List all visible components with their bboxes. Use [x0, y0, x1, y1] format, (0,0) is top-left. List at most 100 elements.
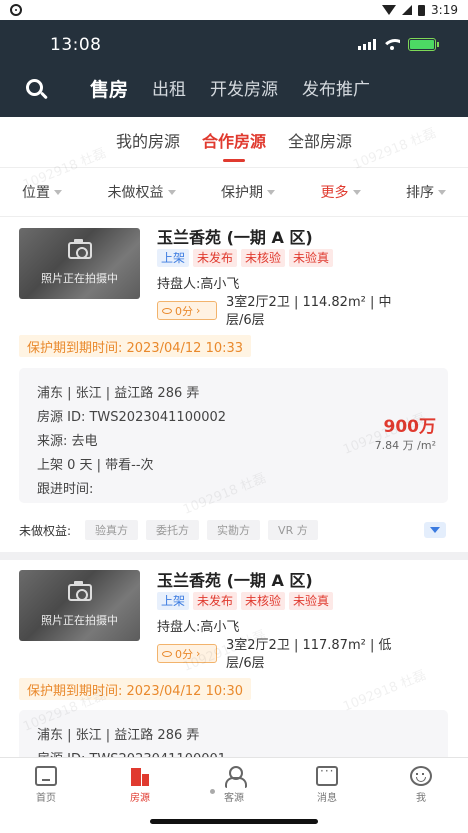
battery-charging-icon [408, 38, 439, 51]
tab-sale[interactable]: 售房 [90, 78, 128, 102]
listing-photo[interactable]: 照片正在拍摄中 [19, 228, 140, 299]
chevron-down-icon [267, 189, 275, 195]
rights-label: 未做权益: [19, 523, 72, 538]
status-badge: 未验真 [289, 249, 334, 267]
chevron-down-icon [438, 189, 446, 195]
listing-layout: 3室2厅2卫 | 114.82m² | 中 层/6层 [226, 294, 446, 330]
status-badge: 上架 [157, 249, 190, 267]
cellular-icon [358, 39, 376, 50]
score-value: 0分 [175, 647, 193, 661]
client-icon [223, 766, 247, 788]
nav-label: 我 [416, 793, 426, 804]
score-value: 0分 [175, 304, 193, 318]
protection-expiry: 保护期到期时间: 2023/04/12 10:33 [19, 335, 252, 357]
tab-rent[interactable]: 出租 [152, 78, 186, 102]
price-block: 900万 7.84 万 /m² [375, 412, 436, 453]
filter-location[interactable]: 位置 [22, 182, 62, 202]
nav-label: 房源 [130, 793, 150, 804]
subtab-my-listings[interactable]: 我的房源 [116, 128, 180, 156]
filter-bar: 位置 未做权益 保护期 更多 排序 [0, 167, 468, 217]
address: 浦东 | 张江 | 益江路 286 弄 [37, 728, 200, 743]
card-separator [0, 552, 468, 560]
followup-time: 跟进时间: [37, 482, 94, 497]
house-id: 房源 ID: TWS2023041100001 [37, 748, 226, 757]
listing-detail-box[interactable]: 浦东 | 张江 | 益江路 286 弄 房源 ID: TWS2023041100… [19, 710, 448, 757]
listing-stats: 上架 0 天 | 带看--次 [37, 458, 154, 473]
nav-clients[interactable]: 客源 [204, 766, 264, 804]
status-badge: 未核验 [241, 249, 286, 267]
status-badge: 未发布 [193, 249, 238, 267]
listing-card[interactable]: 照片正在拍摄中 玉兰香苑 (一期 A 区) 上架 未发布 未核验 未验真 持盘人… [0, 126, 468, 550]
status-badge: 上架 [157, 592, 190, 610]
chevron-down-icon [54, 189, 62, 195]
tab-develop-listings[interactable]: 开发房源 [210, 78, 278, 102]
device-status-icons [358, 38, 439, 51]
chevron-down-icon [352, 189, 361, 195]
filter-label: 未做权益 [107, 185, 164, 201]
status-tags: 上架 未发布 未核验 未验真 [157, 249, 334, 267]
status-badge: 未核验 [241, 592, 286, 610]
wifi-icon [382, 5, 397, 15]
filter-label: 排序 [406, 185, 434, 201]
nav-home[interactable]: 首页 [16, 766, 76, 804]
rights-chip[interactable]: 委托方 [146, 520, 200, 540]
filter-label: 更多 [320, 185, 349, 201]
subtab-all-listings[interactable]: 全部房源 [288, 128, 352, 156]
subtab-cooperation-listings[interactable]: 合作房源 [202, 128, 266, 156]
source: 来源: 去电 [37, 434, 98, 449]
nav-listings[interactable]: 房源 [110, 766, 170, 804]
chevron-down-icon [167, 189, 176, 195]
search-icon[interactable] [26, 79, 48, 101]
photo-caption: 照片正在拍摄中 [41, 614, 118, 627]
nav-me[interactable]: 我 [391, 766, 451, 804]
system-status-right: 3:19 [382, 3, 458, 17]
home-indicator[interactable] [150, 819, 318, 824]
layout-line: 层/6层 [226, 656, 265, 671]
unit-price: 7.84 万 /m² [374, 439, 436, 452]
camera-icon [68, 239, 92, 259]
filter-label: 保护期 [221, 185, 263, 201]
filter-rights[interactable]: 未做权益 [108, 182, 176, 202]
filter-protection[interactable]: 保护期 [221, 182, 275, 202]
tab-promote[interactable]: 发布推广 [302, 78, 370, 102]
system-status-bar: 3:19 [0, 0, 468, 20]
chevron-right-icon: › [196, 304, 201, 317]
battery-icon [418, 4, 426, 16]
nav-messages[interactable]: 消息 [297, 764, 357, 804]
sub-tabs: 我的房源 合作房源 全部房源 [0, 117, 468, 167]
wifi-icon [384, 38, 400, 51]
expand-button[interactable] [424, 522, 446, 538]
score-badge[interactable]: 0分 › [157, 301, 217, 320]
rights-chip[interactable]: VR 方 [268, 520, 318, 540]
chevron-down-icon [430, 527, 440, 533]
status-badge: 未验真 [289, 592, 334, 610]
status-badge: 未发布 [193, 592, 238, 610]
layout-line: 3室2厅2卫 | 114.82m² | 中 [226, 295, 392, 310]
listing-card[interactable]: 照片正在拍摄中 玉兰香苑 (一期 A 区) 上架 未发布 未核验 未验真 持盘人… [0, 560, 468, 757]
listing-holder: 持盘人:高小飞 [157, 277, 240, 292]
score-badge[interactable]: 0分 › [157, 644, 217, 663]
listing-detail-box[interactable]: 浦东 | 张江 | 益江路 286 弄 房源 ID: TWS2023041100… [19, 368, 448, 503]
rights-chip[interactable]: 验真方 [85, 520, 139, 540]
device-clock: 13:08 [50, 35, 102, 55]
chevron-right-icon: › [196, 647, 201, 660]
listing-holder: 持盘人:高小飞 [157, 620, 240, 635]
camera-icon [68, 581, 92, 601]
signal-icon [402, 5, 413, 15]
address: 浦东 | 张江 | 益江路 286 弄 [37, 386, 200, 401]
layout-line: 层/6层 [226, 313, 265, 328]
listing-title: 玉兰香苑 (一期 A 区) [157, 228, 313, 247]
listing-layout: 3室2厅2卫 | 117.87m² | 低 层/6层 [226, 637, 446, 673]
rights-chip[interactable]: 实勘方 [207, 520, 261, 540]
rights-row: 未做权益: 验真方 委托方 实勘方 VR 方 [19, 520, 318, 540]
nav-label: 首页 [36, 793, 56, 804]
app-header: 13:08 售房 出租 开发房源 发布推广 [0, 20, 468, 117]
home-icon [35, 766, 57, 786]
filter-more[interactable]: 更多 [321, 182, 361, 202]
nav-label: 消息 [317, 793, 337, 804]
listing-photo[interactable]: 照片正在拍摄中 [19, 570, 140, 641]
filter-sort[interactable]: 排序 [406, 182, 446, 202]
eye-icon [162, 307, 172, 314]
protection-expiry: 保护期到期时间: 2023/04/12 10:30 [19, 678, 252, 700]
listing-title: 玉兰香苑 (一期 A 区) [157, 571, 313, 590]
